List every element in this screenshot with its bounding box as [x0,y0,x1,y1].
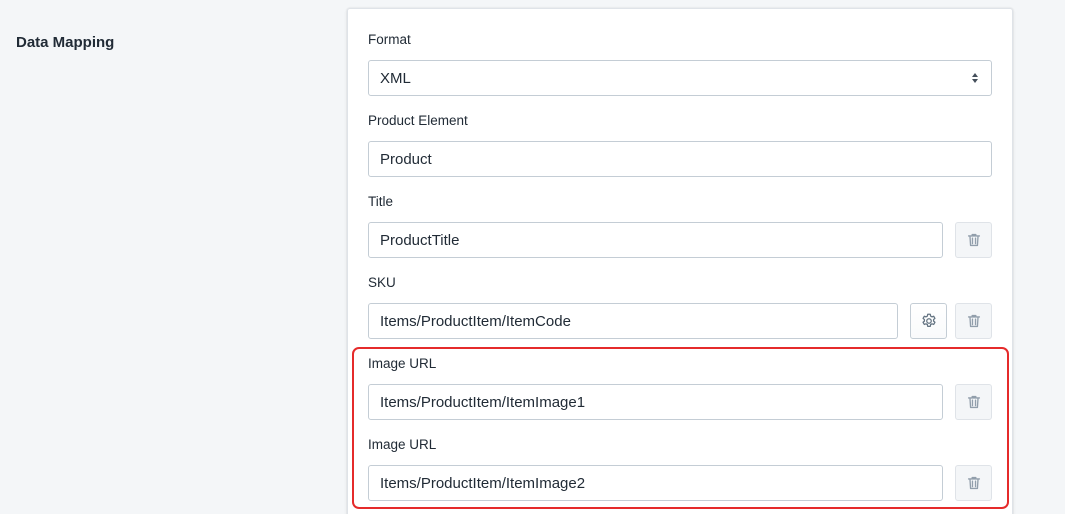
trash-icon [967,395,980,409]
sku-label: SKU [368,275,396,290]
format-select-value: XML [380,69,411,87]
data-mapping-card: Format XML Product Element Product Title… [347,8,1013,514]
section-title: Data Mapping [16,34,115,51]
select-arrows-icon [972,73,978,83]
format-select[interactable]: XML [368,60,992,96]
image-url-label: Image URL [368,437,437,452]
title-delete-button[interactable] [955,222,992,258]
trash-icon [967,233,980,247]
image-url-label: Image URL [368,356,437,371]
sku-settings-button[interactable] [910,303,947,339]
image-url-input[interactable]: Items/ProductItem/ItemImage1 [368,384,943,420]
sku-input[interactable]: Items/ProductItem/ItemCode [368,303,898,339]
image-url-delete-button[interactable] [955,465,992,501]
image-url-input[interactable]: Items/ProductItem/ItemImage2 [368,465,943,501]
product-element-input[interactable]: Product [368,141,992,177]
format-label: Format [368,32,411,47]
title-input[interactable]: ProductTitle [368,222,943,258]
sku-delete-button[interactable] [955,303,992,339]
trash-icon [967,314,980,328]
title-label: Title [368,194,394,209]
image-url-delete-button[interactable] [955,384,992,420]
gear-icon [921,313,936,328]
product-element-label: Product Element [368,113,468,128]
trash-icon [967,476,980,490]
